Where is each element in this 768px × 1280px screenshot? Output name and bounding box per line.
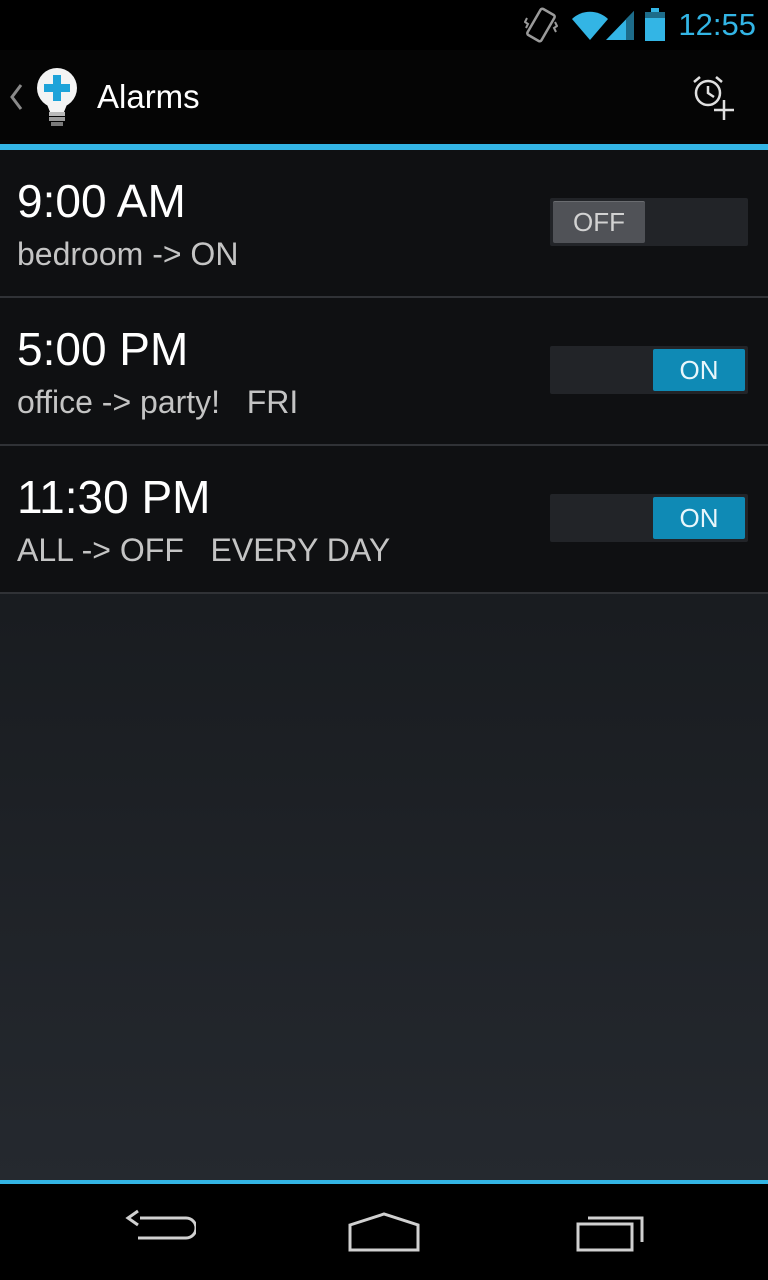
alarm-time: 9:00 AM <box>17 175 186 227</box>
navigation-bar <box>0 1184 768 1280</box>
toggle-thumb: ON <box>653 349 745 391</box>
status-icons: 12:55 <box>524 0 768 50</box>
alarm-row-2[interactable]: 5:00 PM office -> party! FRI ON <box>0 298 768 446</box>
status-time: 12:55 <box>678 7 756 42</box>
recent-apps-icon[interactable] <box>574 1208 648 1254</box>
battery-icon <box>645 8 666 41</box>
status-bar: 12:55 <box>0 0 768 50</box>
add-alarm-icon[interactable] <box>688 74 738 124</box>
alarm-description: bedroom -> ON <box>17 236 239 272</box>
back-icon[interactable] <box>124 1208 196 1248</box>
alarm-description: ALL -> OFF EVERY DAY <box>17 532 391 568</box>
alarm-description: office -> party! FRI <box>17 384 299 420</box>
signal-icon <box>606 11 635 40</box>
lightbulb-plus-icon[interactable] <box>32 66 82 130</box>
alarm-toggle[interactable]: ON <box>550 494 748 542</box>
alarm-row-3[interactable]: 11:30 PM ALL -> OFF EVERY DAY ON <box>0 446 768 594</box>
toggle-thumb: OFF <box>553 201 645 243</box>
alarm-toggle[interactable]: ON <box>550 346 748 394</box>
alarm-time: 5:00 PM <box>17 323 189 375</box>
alarm-row-1[interactable]: 9:00 AM bedroom -> ON OFF <box>0 150 768 298</box>
toggle-thumb: ON <box>653 497 745 539</box>
up-caret-icon[interactable] <box>8 82 24 112</box>
home-icon[interactable] <box>346 1208 422 1254</box>
vibrate-icon <box>524 7 559 43</box>
alarm-toggle[interactable]: OFF <box>550 198 748 246</box>
alarm-list: 9:00 AM bedroom -> ON OFF 5:00 PM office… <box>0 150 768 1180</box>
alarm-time: 11:30 PM <box>17 471 211 523</box>
page-title: Alarms <box>97 78 200 115</box>
